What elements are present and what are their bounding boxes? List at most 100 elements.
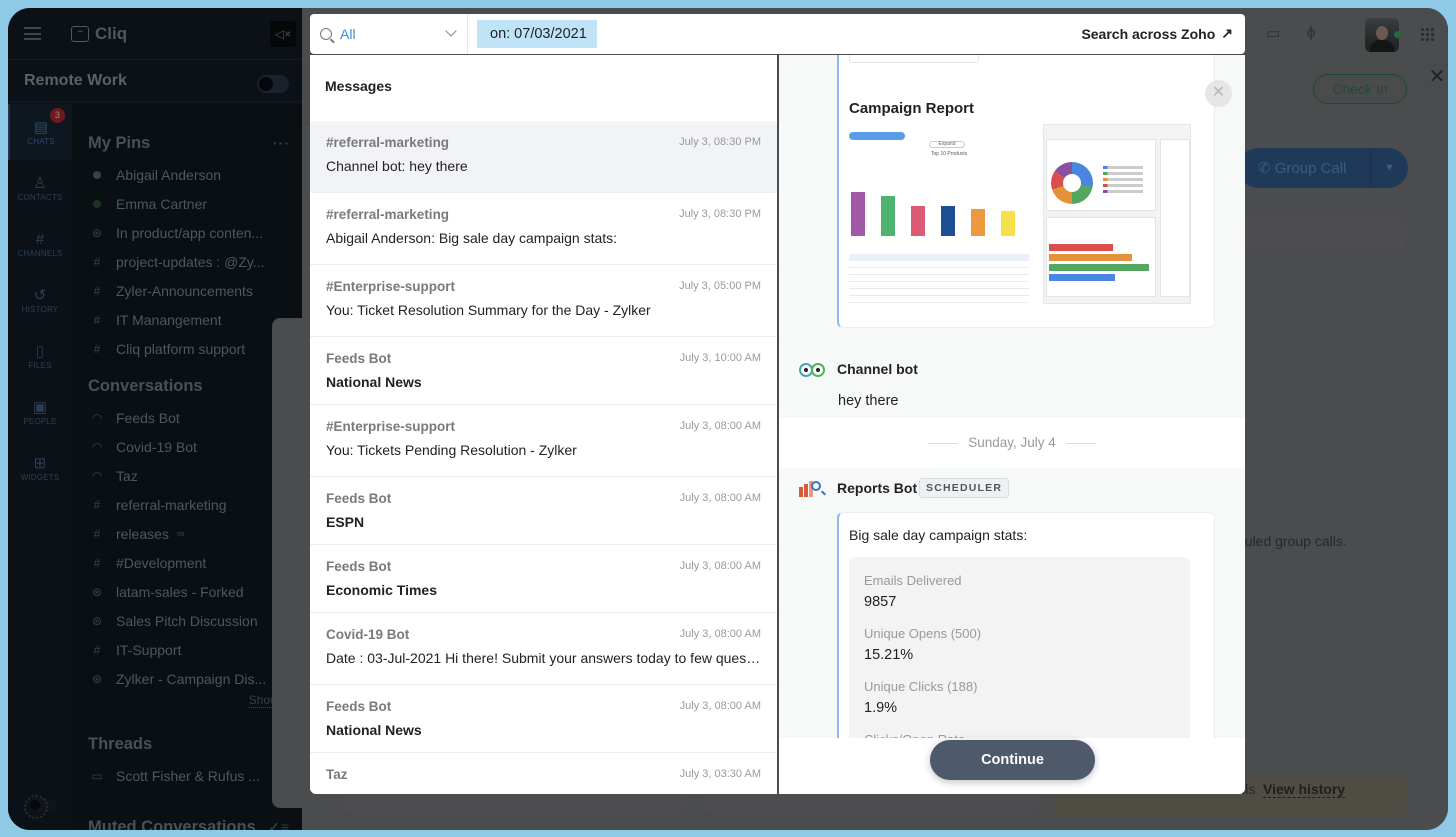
- item-label: project-updates : @Zy...: [116, 253, 265, 270]
- hash-icon: #: [93, 555, 101, 570]
- result-time: July 3, 05:00 PM: [679, 280, 761, 292]
- item-label: Zyler-Announcements: [116, 282, 253, 299]
- pin-item[interactable]: # Cliq platform support: [72, 334, 302, 363]
- section-title: Threads: [88, 734, 153, 753]
- close-icon[interactable]: ✕: [1422, 62, 1448, 92]
- search-result-row[interactable]: Feeds Bot July 3, 08:00 AM ESPN: [310, 477, 777, 545]
- search-result-row[interactable]: #Enterprise-support July 3, 05:00 PM You: …: [310, 265, 777, 337]
- search-across-zoho-label: Search across Zoho: [1081, 25, 1216, 42]
- thumb-heading: Top 10 Products: [931, 151, 968, 157]
- pin-item[interactable]: # project-updates : @Zy...: [72, 247, 302, 276]
- pin-item[interactable]: ⊛ In product/app conten...: [72, 218, 302, 247]
- item-label: latam-sales - Forked: [116, 583, 244, 600]
- date-separator-label: Sunday, July 4: [968, 435, 1056, 450]
- conversation-item[interactable]: # IT-Support: [72, 635, 302, 664]
- rail-item-chats[interactable]: ▤ CHATS 3: [8, 104, 72, 160]
- hash-icon: #: [93, 497, 101, 512]
- pin-item[interactable]: # IT Manangement: [72, 305, 302, 334]
- rail-item-channels[interactable]: # CHANNELS: [8, 216, 72, 272]
- integrations-plug-icon[interactable]: ϕ: [1307, 24, 1315, 41]
- thumb-bar: [941, 206, 955, 236]
- apps-grid-icon[interactable]: [1420, 27, 1434, 41]
- reports-bot-name: Reports Bot: [837, 480, 918, 496]
- group-call-button[interactable]: ✆ Group Call ▼: [1238, 148, 1408, 188]
- contacts-icon: ♙: [33, 174, 47, 192]
- view-history-link[interactable]: View history: [1263, 781, 1346, 798]
- group-icon: ⊛: [91, 671, 103, 686]
- group-call-label: ✆ Group Call: [1238, 159, 1370, 177]
- online-dot-icon: [93, 199, 101, 208]
- search-across-zoho-button[interactable]: Search across Zoho ↗: [1081, 25, 1233, 42]
- check-in-button[interactable]: Check In: [1313, 74, 1407, 104]
- remote-work-toggle[interactable]: [257, 75, 289, 93]
- search-result-row[interactable]: #Enterprise-support July 3, 08:00 AM You: …: [310, 405, 777, 477]
- rail-item-history[interactable]: ↺ HISTORY: [8, 272, 72, 328]
- report-thumbnail-products[interactable]: Expand Top 10 Products: [849, 128, 1029, 304]
- conversation-item[interactable]: ◠Taz1: [72, 461, 302, 490]
- rail-label: WIDGETS: [20, 472, 60, 482]
- mute-notifications-icon[interactable]: ◁×: [270, 21, 296, 47]
- thumb-hbar: [1049, 274, 1115, 281]
- pins-header: My Pins ···: [72, 126, 302, 160]
- thumb-legend: [1103, 166, 1143, 169]
- conversation-item[interactable]: ⊛ Zylker - Campaign Dis...: [72, 664, 302, 693]
- people-icon: ▣: [32, 398, 48, 416]
- thread-item[interactable]: ▭ Scott Fisher & Rufus ...: [72, 761, 302, 790]
- hamburger-menu-icon[interactable]: [24, 27, 41, 40]
- search-result-row[interactable]: #referral-marketing July 3, 08:30 PM Abiga…: [310, 193, 777, 265]
- pin-item[interactable]: Emma Cartner: [72, 189, 302, 218]
- rail-item-people[interactable]: ▣ PEOPLE: [8, 384, 72, 440]
- thumb-bar: [911, 206, 925, 236]
- show-all-link[interactable]: Show all: [72, 693, 302, 715]
- search-scope-dropdown[interactable]: All: [310, 14, 468, 54]
- conversation-item[interactable]: ⊛ latam-sales - Forked: [72, 577, 302, 606]
- stats-intro: Big sale day campaign stats:: [849, 527, 1028, 543]
- conversation-item[interactable]: # releases ∞: [72, 519, 302, 548]
- rail-item-contacts[interactable]: ♙ CONTACTS: [8, 160, 72, 216]
- search-result-row[interactable]: Covid-19 Bot July 3, 08:00 AM Date : 03-Ju…: [310, 613, 777, 685]
- pin-item[interactable]: Abigail Anderson: [72, 160, 302, 189]
- conversation-item[interactable]: # referral-marketing: [72, 490, 302, 519]
- pin-item[interactable]: # Zyler-Announcements: [72, 276, 302, 305]
- search-result-row[interactable]: Feeds Bot July 3, 10:00 AM National News: [310, 337, 777, 405]
- stat-item: Unique Opens (500) 15.21%: [864, 626, 981, 663]
- conversation-item[interactable]: # #Development: [72, 548, 302, 577]
- conversation-item[interactable]: ◠Feeds Bot4: [72, 403, 302, 432]
- close-preview-button[interactable]: ✕: [1205, 80, 1232, 107]
- result-message: Abigail Anderson: Big sale day campaign …: [326, 230, 618, 246]
- search-result-row[interactable]: #referral-marketing July 3, 08:30 PM Chann…: [310, 121, 777, 193]
- app-logo: ··· Cliq: [71, 24, 127, 44]
- more-options-icon[interactable]: ···: [273, 135, 290, 151]
- conversation-item[interactable]: ◠Covid-19 Bot1: [72, 432, 302, 461]
- chat-list: My Pins ··· Abigail Anderson Emma Cartne…: [72, 104, 302, 830]
- search-result-row[interactable]: Feeds Bot July 3, 08:00 AM National News: [310, 685, 777, 753]
- thumb-hbar: [1049, 254, 1132, 261]
- search-bar: All on: 07/03/2021 Search across Zoho ↗: [310, 14, 1245, 54]
- caret-down-icon[interactable]: ▼: [1370, 148, 1408, 188]
- rail-item-files[interactable]: ▯ FILES: [8, 328, 72, 384]
- chat-icon: ▤: [33, 118, 49, 136]
- thumb-hbar: [1049, 244, 1113, 251]
- result-time: July 3, 10:00 AM: [679, 352, 761, 364]
- card-top-field: [849, 55, 979, 63]
- rail-item-widgets[interactable]: ⊞ WIDGETS: [8, 440, 72, 496]
- conversation-item[interactable]: ⊛ Sales Pitch Discussion: [72, 606, 302, 635]
- calendar-icon[interactable]: ▭: [1266, 24, 1280, 42]
- thumb-legend: [1103, 184, 1143, 187]
- search-result-row[interactable]: Feeds Bot July 3, 08:00 AM Economic Times: [310, 545, 777, 613]
- result-time: July 3, 08:00 AM: [679, 420, 761, 432]
- search-query-chip[interactable]: on: 07/03/2021: [477, 20, 597, 48]
- result-time: July 3, 08:00 AM: [679, 492, 761, 504]
- continue-button[interactable]: Continue: [930, 740, 1095, 780]
- campaign-report-card: Campaign Report Expand Top 10 Products: [837, 55, 1215, 328]
- report-thumbnail-dashboard[interactable]: [1043, 124, 1191, 304]
- section-title: My Pins: [88, 133, 151, 152]
- mark-read-icon[interactable]: ✓≡: [268, 819, 290, 831]
- status-dot-icon: [93, 170, 101, 179]
- theme-toggle[interactable]: [24, 795, 56, 819]
- result-message: Channel bot: hey there: [326, 158, 468, 174]
- thumb-donut-chart: [1051, 162, 1093, 204]
- app-name: Cliq: [95, 23, 128, 43]
- hash-icon: #: [93, 341, 101, 356]
- search-result-row[interactable]: Taz July 3, 03:30 AM: [310, 753, 777, 794]
